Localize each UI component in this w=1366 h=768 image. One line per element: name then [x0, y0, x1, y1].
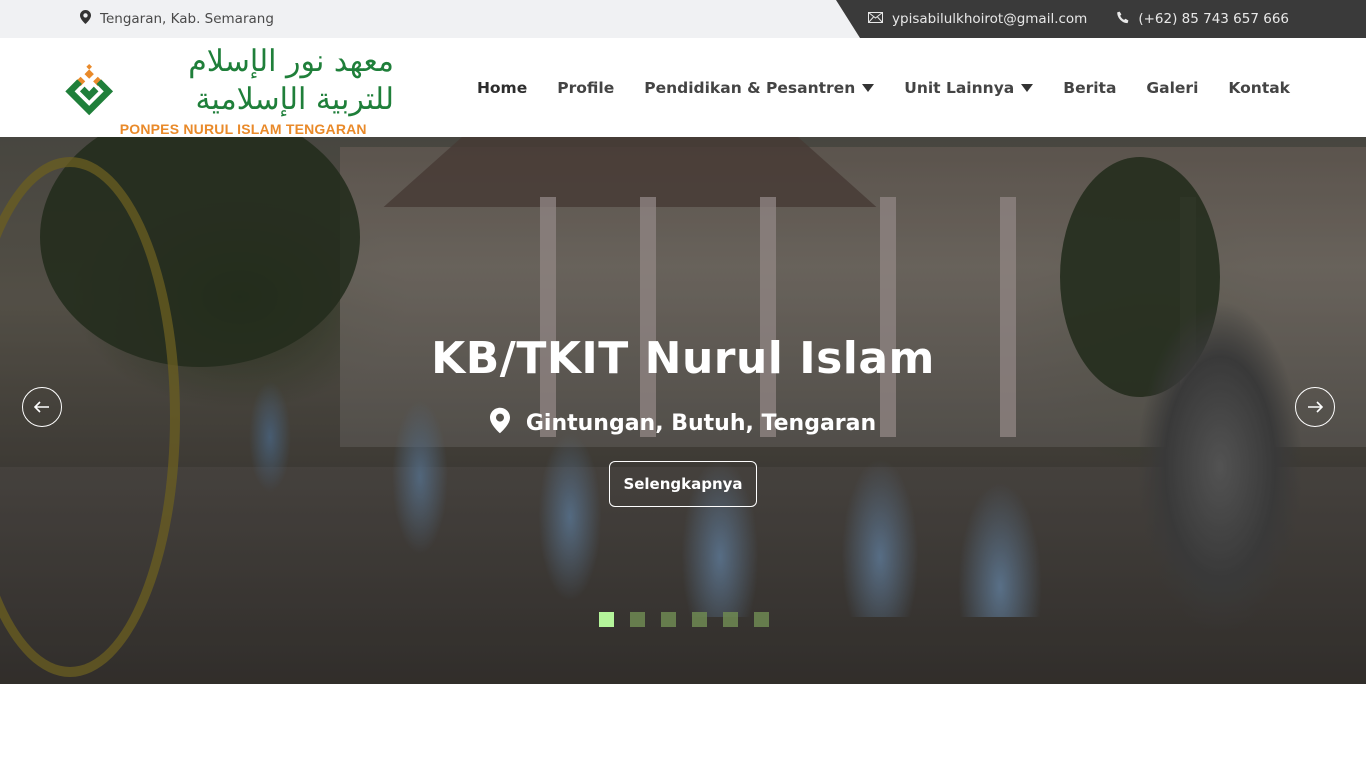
nav-profile[interactable]: Profile: [557, 79, 614, 97]
slider-pagination: [599, 612, 769, 627]
site-header: معهد نور الإسلام للتربية الإسلامية PONPE…: [0, 38, 1366, 137]
nav-profile-label: Profile: [557, 78, 615, 97]
below-hero-section: [0, 684, 1366, 768]
read-more-button[interactable]: Selengkapnya: [609, 461, 757, 507]
slider-dot[interactable]: [599, 612, 614, 627]
contact-info: ypisabilulkhoirot@gmail.com (+62) 85 743…: [868, 0, 1289, 38]
slider-dot[interactable]: [661, 612, 676, 627]
email-text: ypisabilulkhoirot@gmail.com: [892, 11, 1088, 27]
nav-unit-label: Unit Lainnya: [904, 78, 1015, 97]
map-pin-icon: [80, 10, 91, 28]
logo-mark-icon: [65, 63, 114, 116]
logo-arabic-text: معهد نور الإسلام للتربية الإسلامية: [188, 44, 395, 117]
slider-dot[interactable]: [754, 612, 769, 627]
slider-prev-button[interactable]: [22, 387, 62, 427]
map-pin-icon: [489, 407, 510, 440]
logo-latin-text: PONPES NURUL ISLAM TENGARAN: [119, 121, 367, 137]
hero-slider: KB/TKIT Nurul Islam Gintungan, Butuh, Te…: [0, 137, 1366, 684]
envelope-icon: [868, 11, 884, 27]
nav-galeri-label: Galeri: [1146, 78, 1199, 97]
slider-dot[interactable]: [723, 612, 738, 627]
main-nav: Home Profile Pendidikan & Pesantren Unit…: [477, 38, 1290, 137]
phone-link[interactable]: (+62) 85 743 657 666: [1117, 11, 1289, 28]
phone-text: (+62) 85 743 657 666: [1138, 11, 1289, 27]
logo-text: معهد نور الإسلام للتربية الإسلامية PONPE…: [119, 43, 395, 137]
nav-pendidikan-pesantren[interactable]: Pendidikan & Pesantren: [644, 78, 875, 97]
top-bar: Tengaran, Kab. Semarang ypisabilulkhoiro…: [0, 0, 1366, 38]
nav-kontak[interactable]: Kontak: [1228, 79, 1290, 97]
arrow-left-icon: [34, 401, 49, 413]
nav-berita-label: Berita: [1063, 78, 1117, 97]
slider-next-button[interactable]: [1295, 387, 1335, 427]
arrow-right-icon: [1308, 401, 1323, 413]
phone-icon: [1117, 11, 1129, 28]
hero-location: Gintungan, Butuh, Tengaran: [0, 407, 1366, 440]
nav-home[interactable]: Home: [477, 79, 527, 97]
site-logo[interactable]: معهد نور الإسلام للتربية الإسلامية PONPE…: [64, 44, 395, 137]
slider-dot[interactable]: [630, 612, 645, 627]
top-location: Tengaran, Kab. Semarang: [80, 0, 274, 38]
location-text: Tengaran, Kab. Semarang: [100, 11, 274, 27]
nav-unit-lainnya[interactable]: Unit Lainnya: [904, 78, 1034, 97]
nav-berita[interactable]: Berita: [1063, 79, 1116, 97]
nav-home-label: Home: [476, 78, 528, 97]
hero-location-text: Gintungan, Butuh, Tengaran: [525, 411, 877, 436]
nav-pendidikan-label: Pendidikan & Pesantren: [644, 78, 856, 97]
email-link[interactable]: ypisabilulkhoirot@gmail.com: [868, 11, 1087, 27]
hero-title: KB/TKIT Nurul Islam: [431, 333, 935, 384]
nav-kontak-label: Kontak: [1228, 78, 1290, 97]
caret-down-icon: [1021, 84, 1034, 92]
caret-down-icon: [862, 84, 875, 92]
nav-galeri[interactable]: Galeri: [1146, 79, 1198, 97]
slider-dot[interactable]: [692, 612, 707, 627]
